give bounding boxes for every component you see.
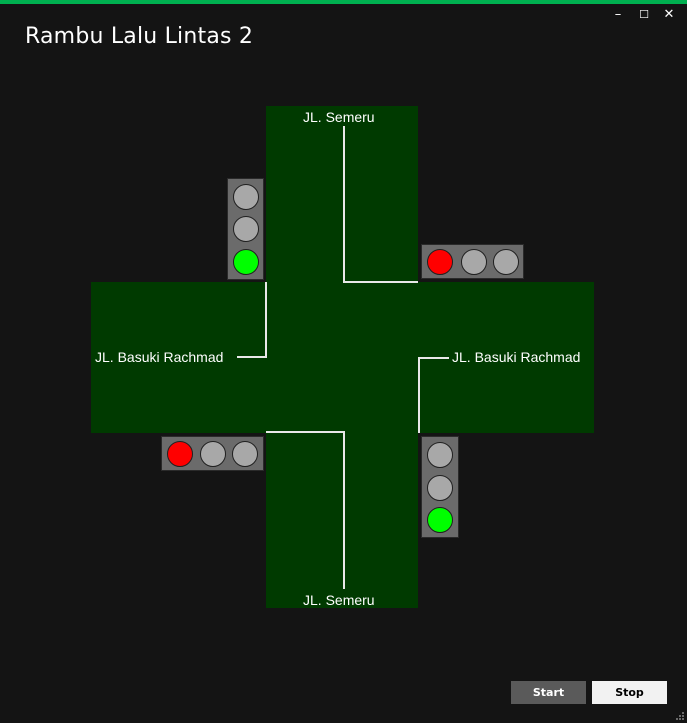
stop-line-south [266,431,345,433]
traffic-light-south-east [421,436,459,538]
road-label-north: JL. Semeru [303,109,375,125]
lamp-green-lit [427,507,453,533]
lamp-yellow [233,216,259,242]
lane-line-east [418,357,449,359]
stop-button[interactable]: Stop [592,681,667,704]
lamp-red-lit [167,441,193,467]
lane-line-west [237,356,267,358]
lamp-red [427,442,453,468]
resize-grip-icon[interactable] [676,712,684,720]
lamp-yellow [461,249,487,275]
lane-line-south [343,431,345,589]
road-label-west: JL. Basuki Rachmad [95,349,224,365]
lamp-red [233,184,259,210]
road-label-south: JL. Semeru [303,592,375,608]
lamp-green-lit [233,249,259,275]
stop-line-east [418,357,420,433]
close-icon[interactable]: ✕ [659,6,679,24]
lamp-red-lit [427,249,453,275]
lane-line-north [343,126,345,283]
lamp-yellow [200,441,226,467]
stop-line-west [265,282,267,358]
road-label-east: JL. Basuki Rachmad [452,349,581,365]
traffic-light-north-east [421,244,524,279]
start-button[interactable]: Start [511,681,586,704]
window-accent-bar [0,0,687,4]
maximize-icon[interactable]: ☐ [634,6,654,24]
lamp-green [232,441,258,467]
traffic-light-south-west [161,436,264,471]
window-title: Rambu Lalu Lintas 2 [25,24,254,49]
minimize-icon[interactable]: – [608,6,628,24]
traffic-light-north-west [227,178,264,280]
lamp-yellow [427,475,453,501]
lamp-green [493,249,519,275]
stop-line-north [343,281,418,283]
